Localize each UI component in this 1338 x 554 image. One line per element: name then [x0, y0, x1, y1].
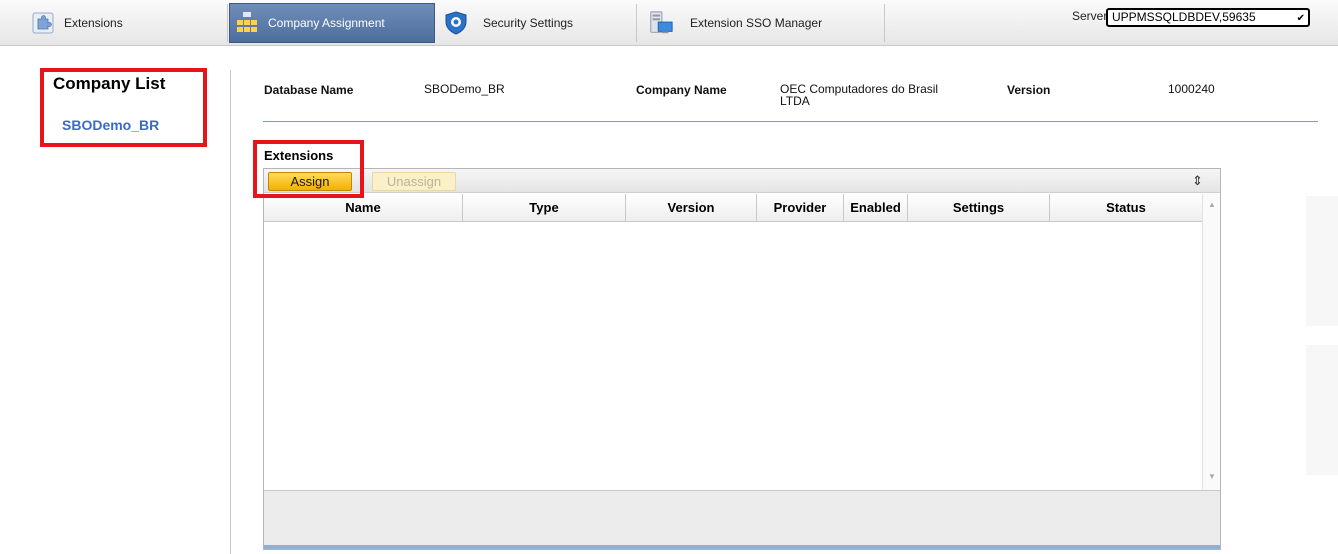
company-list-title: Company List	[53, 74, 166, 93]
version-value: 1000240	[1168, 82, 1215, 96]
grid-icon	[234, 10, 260, 36]
company-name-label: Company Name	[636, 83, 727, 97]
chevron-down-icon: ✔	[1296, 13, 1305, 24]
company-list-item[interactable]: SBODemo_BR	[62, 117, 159, 133]
tab-extension-sso-manager[interactable]: Extension SSO Manager	[648, 3, 878, 43]
company-name-value: OEC Computadores do Brasil LTDA	[780, 83, 938, 107]
tab-extensions-label: Extensions	[64, 16, 123, 30]
grid-header: Name Type Version Provider Enabled Setti…	[264, 194, 1202, 222]
toolbar-divider	[636, 4, 637, 42]
unassign-button[interactable]: Unassign	[372, 172, 456, 191]
tab-extension-sso-manager-label: Extension SSO Manager	[690, 16, 823, 30]
extensions-grid: Assign Unassign ⇕ Name Type Version Prov…	[263, 168, 1221, 550]
shield-icon	[443, 10, 469, 36]
background-artifact	[1306, 196, 1338, 326]
database-name-label: Database Name	[264, 83, 354, 97]
database-name-value: SBODemo_BR	[424, 82, 505, 96]
company-name-line2: LTDA	[780, 94, 810, 108]
tab-security-settings-label: Security Settings	[483, 16, 574, 30]
toolbar-divider	[227, 4, 228, 42]
tab-security-settings[interactable]: Security Settings	[443, 3, 633, 43]
puzzle-icon	[30, 10, 56, 36]
column-header-name[interactable]: Name	[264, 194, 463, 221]
tab-company-assignment[interactable]: Company Assignment	[229, 3, 435, 43]
server-label: Server	[1072, 9, 1108, 23]
server-select[interactable]: UPPMSSQLDBDEV,59635 ✔	[1106, 8, 1310, 27]
toolbar-divider	[884, 4, 885, 42]
grid-footer	[264, 490, 1220, 545]
top-toolbar: Extensions Company Assignment Security S…	[0, 0, 1338, 46]
column-header-version[interactable]: Version	[626, 194, 757, 221]
column-header-provider[interactable]: Provider	[757, 194, 844, 221]
grid-toolbar: Assign Unassign ⇕	[264, 169, 1220, 193]
grid-body	[264, 223, 1202, 489]
scroll-down-icon[interactable]: ▼	[1208, 472, 1216, 481]
tab-company-assignment-label: Company Assignment	[268, 16, 385, 30]
server-select-value: UPPMSSQLDBDEV,59635	[1112, 10, 1256, 24]
extensions-title: Extensions	[264, 148, 334, 163]
pane-divider	[230, 70, 231, 554]
scroll-up-icon[interactable]: ▲	[1208, 200, 1216, 209]
column-header-type[interactable]: Type	[463, 194, 626, 221]
background-artifact	[1306, 345, 1338, 475]
assign-button[interactable]: Assign	[268, 172, 352, 191]
header-divider	[263, 121, 1318, 122]
refresh-icon[interactable]: ⇕	[1192, 173, 1203, 189]
column-header-enabled[interactable]: Enabled	[844, 194, 908, 221]
grid-scrollbar[interactable]: ▲ ▼	[1202, 194, 1220, 490]
grid-bottom-bar	[264, 545, 1220, 549]
tab-extensions[interactable]: Extensions	[30, 3, 220, 43]
server-icon	[648, 10, 674, 36]
column-header-settings[interactable]: Settings	[908, 194, 1050, 221]
column-header-status[interactable]: Status	[1050, 194, 1202, 221]
version-label: Version	[1007, 83, 1051, 97]
